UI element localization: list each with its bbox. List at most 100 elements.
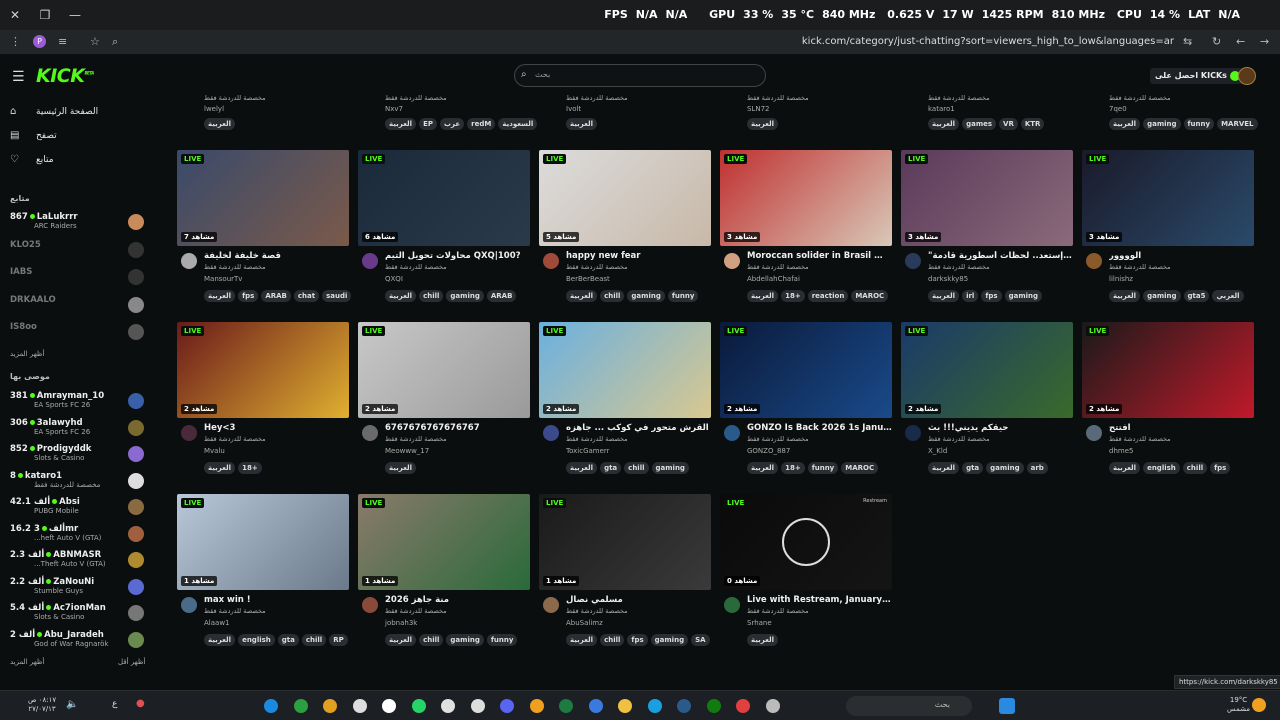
streamer-avatar[interactable] bbox=[905, 253, 921, 269]
stream-category[interactable]: مخصصة للدردشة فقط bbox=[204, 435, 266, 443]
tag-pill[interactable]: fps bbox=[238, 290, 259, 302]
streamer-avatar[interactable] bbox=[724, 253, 740, 269]
stream-username[interactable]: Meowww_17 bbox=[385, 447, 429, 455]
stream-card[interactable]: LIVE 1 مشاهد max win ! مخصصة للدردشة فقط Ala… bbox=[177, 494, 349, 654]
stream-title[interactable]: مسلمي نصال bbox=[566, 595, 711, 605]
streamer-avatar[interactable] bbox=[181, 597, 197, 613]
stream-category[interactable]: مخصصة للدردشة فقط bbox=[928, 263, 990, 271]
nav-item-2[interactable]: ♡ متابع bbox=[10, 154, 54, 165]
windows-start-icon[interactable] bbox=[999, 698, 1015, 714]
stream-card[interactable]: LIVE 3 مشاهد الوووور مخصصة للدردشة فقط lilni… bbox=[1082, 150, 1254, 310]
microphone-icon[interactable]: ● bbox=[136, 698, 145, 709]
taskbar-xbox-app-icon[interactable] bbox=[293, 699, 308, 713]
taskbar-store-icon[interactable] bbox=[588, 699, 603, 713]
tab-list-icon[interactable]: ≡ bbox=[58, 35, 67, 48]
stream-username[interactable]: lwelyl bbox=[204, 105, 224, 113]
stream-category[interactable]: مخصصة للدردشة فقط bbox=[204, 263, 266, 271]
tag-pill[interactable]: العربية bbox=[385, 118, 417, 130]
stream-thumbnail[interactable]: LIVE 7 مشاهد bbox=[177, 150, 349, 246]
tag-pill[interactable]: العربية bbox=[1109, 462, 1141, 474]
stream-thumbnail[interactable]: LIVE 3 مشاهد bbox=[1082, 150, 1254, 246]
streamer-avatar[interactable] bbox=[543, 597, 559, 613]
stream-category[interactable]: مخصصة للدردشة فقط bbox=[747, 263, 809, 271]
tag-pill[interactable]: KTR bbox=[1020, 118, 1045, 130]
stream-thumbnail[interactable]: LIVE 3 مشاهد bbox=[720, 150, 892, 246]
stream-category[interactable]: مخصصة للدردشة فقط bbox=[566, 263, 628, 271]
back-icon[interactable]: ← bbox=[1236, 35, 1245, 48]
stream-card[interactable]: LIVE 6 مشاهد محاولات تحويل التيم QXQ|100? م… bbox=[358, 150, 530, 310]
tag-pill[interactable]: عرب bbox=[440, 118, 465, 130]
tag-pill[interactable]: العربية bbox=[204, 634, 236, 646]
tag-pill[interactable]: reaction bbox=[807, 290, 849, 302]
sidebar-channel[interactable]: 306 3alawyhd EA Sports FC 26 bbox=[0, 416, 160, 440]
stream-username[interactable]: GONZO_887 bbox=[747, 447, 790, 455]
stream-title[interactable]: محاولات تحويل التيم QXQ|100? bbox=[385, 251, 530, 261]
stream-username[interactable]: MansourTv bbox=[204, 275, 242, 283]
tag-pill[interactable]: 18+ bbox=[238, 462, 262, 474]
stream-username[interactable]: AbdellahChafai bbox=[747, 275, 800, 283]
tag-pill[interactable]: gta bbox=[962, 462, 984, 474]
stream-title[interactable]: القرش متحور في كوكب ... جاهزه bbox=[566, 423, 711, 433]
reload-icon[interactable]: ↻ bbox=[1212, 35, 1221, 48]
tag-pill[interactable]: gaming bbox=[1143, 290, 1181, 302]
tag-pill[interactable]: SA bbox=[691, 634, 710, 646]
stream-title[interactable]: max win ! bbox=[204, 595, 349, 605]
nav-item-1[interactable]: ▤ تصفح bbox=[10, 130, 57, 141]
stream-username[interactable]: Mvalu bbox=[204, 447, 225, 455]
stream-category[interactable]: مخصصة للدردشة فقط bbox=[747, 435, 809, 443]
stream-thumbnail[interactable]: LIVE 5 مشاهد bbox=[539, 150, 711, 246]
stream-title[interactable]: الوووور bbox=[1109, 251, 1254, 261]
tag-pill[interactable]: العربية bbox=[385, 290, 417, 302]
tag-pill[interactable]: saudi bbox=[322, 290, 352, 302]
stream-thumbnail[interactable]: LIVE 2 مشاهد bbox=[901, 322, 1073, 418]
stream-username[interactable]: lilnishz bbox=[1109, 275, 1133, 283]
tag-pill[interactable]: gaming bbox=[1143, 118, 1181, 130]
stream-title[interactable]: GONZO Is Back 2026 1s Januar... bbox=[747, 423, 892, 433]
sidebar-channel[interactable]: DRKAALO bbox=[0, 293, 160, 317]
tag-pill[interactable]: 18+ bbox=[781, 290, 805, 302]
taskbar-search[interactable]: بحث bbox=[846, 696, 972, 716]
tag-pill[interactable]: fps bbox=[1210, 462, 1231, 474]
streamer-avatar[interactable] bbox=[1086, 425, 1102, 441]
stream-category[interactable]: مخصصة للدردشة فقط bbox=[1109, 435, 1171, 443]
stream-category[interactable]: مخصصة للدردشة فقط bbox=[1109, 263, 1171, 271]
taskbar-browser-icon[interactable] bbox=[264, 699, 278, 713]
taskbar-launcher-icon[interactable] bbox=[529, 699, 544, 713]
stream-thumbnail[interactable]: LIVE 2 مشاهد bbox=[720, 322, 892, 418]
tag-pill[interactable]: fps bbox=[627, 634, 648, 646]
stream-username[interactable]: X_Kld bbox=[928, 447, 947, 455]
streamer-avatar[interactable] bbox=[724, 597, 740, 613]
stream-title[interactable]: حيقكم يديني!!! بث bbox=[928, 423, 1073, 433]
sidebar-channel[interactable]: 5.4 ألف Ac7ionMan Slots & Casino bbox=[0, 601, 160, 625]
tag-pill[interactable]: gaming bbox=[627, 290, 665, 302]
tag-pill[interactable]: chill bbox=[419, 634, 444, 646]
stream-username[interactable]: kataro1 bbox=[928, 105, 955, 113]
tag-pill[interactable]: MAROC bbox=[851, 290, 889, 302]
show-more-following[interactable]: أظهر المزيد bbox=[10, 350, 44, 358]
search-icon[interactable]: ⌕ bbox=[112, 35, 118, 49]
tag-pill[interactable]: chill bbox=[1182, 462, 1208, 474]
language-indicator[interactable]: ع bbox=[112, 699, 117, 709]
tag-pill[interactable]: السعودية bbox=[498, 118, 538, 130]
tag-pill[interactable]: العربية bbox=[928, 290, 960, 302]
stream-card[interactable]: LIVE 1 مشاهد منة جاهز 2026 مخصصة للدردشة فق… bbox=[358, 494, 530, 654]
tag-pill[interactable]: العربية bbox=[566, 118, 598, 130]
sidebar-channel[interactable]: IABS bbox=[0, 265, 160, 289]
streamer-avatar[interactable] bbox=[905, 425, 921, 441]
tag-pill[interactable]: gta5 bbox=[1183, 290, 1210, 302]
tag-pill[interactable]: gta bbox=[600, 462, 622, 474]
sidebar-channel[interactable]: 16.2 ألف3mr ...heft Auto V (GTA) bbox=[0, 522, 160, 546]
tag-pill[interactable]: english bbox=[1143, 462, 1180, 474]
tag-pill[interactable]: العربية bbox=[747, 290, 779, 302]
taskbar-folder-icon[interactable] bbox=[618, 699, 632, 713]
streamer-avatar[interactable] bbox=[543, 253, 559, 269]
tag-pill[interactable]: gaming bbox=[651, 462, 689, 474]
tag-pill[interactable]: العربية bbox=[747, 118, 779, 130]
show-more-recommended[interactable]: أظهر المزيد bbox=[10, 658, 44, 666]
stream-title[interactable]: قصة خليفة لخليفة bbox=[204, 251, 349, 261]
stream-title[interactable]: Hey<3 bbox=[204, 423, 349, 433]
stream-username[interactable]: BerBerBeast bbox=[566, 275, 610, 283]
sidebar-channel[interactable]: 867 LaLukrrr ARC Raiders bbox=[0, 210, 160, 234]
stream-card[interactable]: LIVE 2 مشاهد افتتح مخصصة للدردشة فقط dhme5 ال… bbox=[1082, 322, 1254, 482]
stream-username[interactable]: darkskky85 bbox=[928, 275, 968, 283]
